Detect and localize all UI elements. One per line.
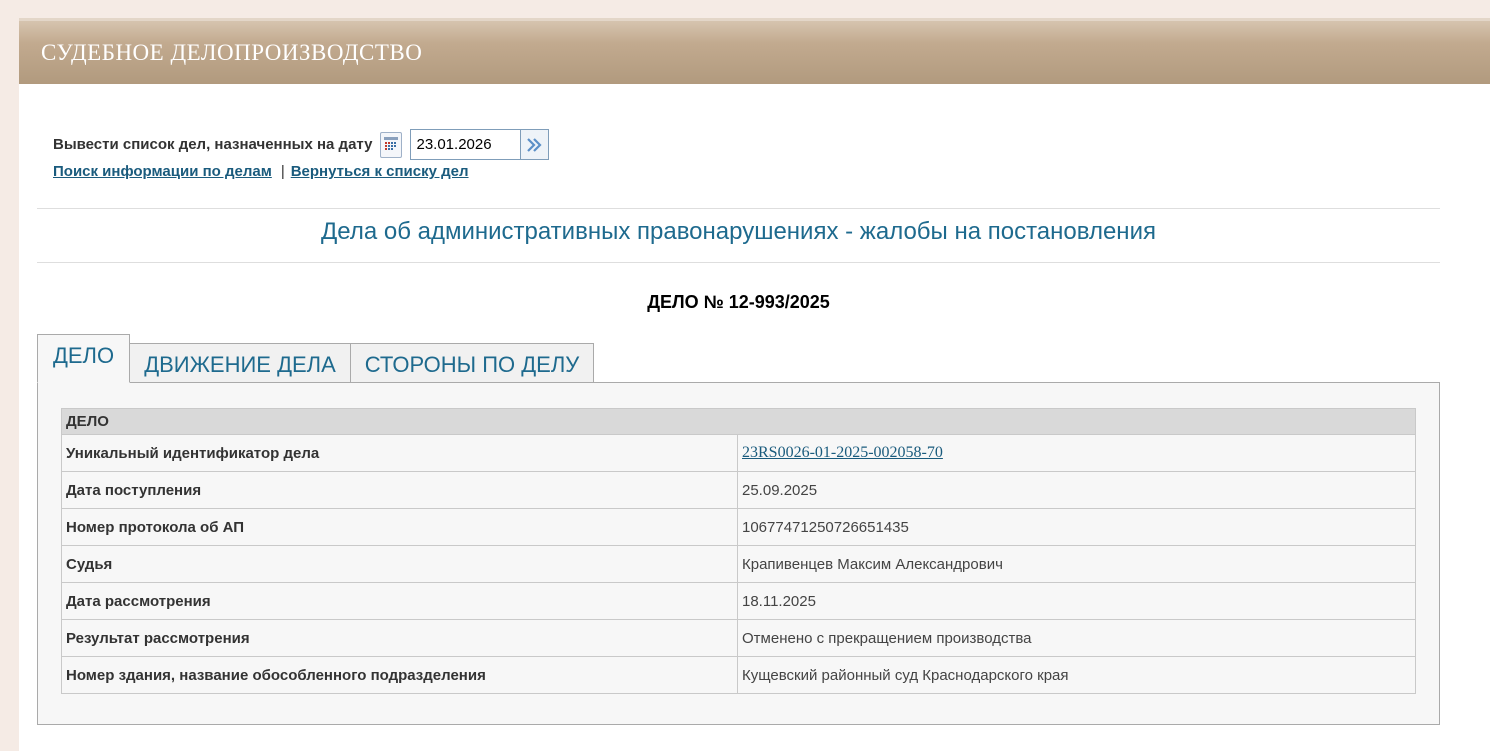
row-value: Отменено с прекращением производства <box>737 619 1416 657</box>
divider-top <box>37 208 1440 209</box>
date-input[interactable] <box>410 129 522 160</box>
row-label: Результат рассмотрения <box>61 619 738 657</box>
table-row: Дата поступления 25.09.2025 <box>61 471 1416 509</box>
site-header: СУДЕБНОЕ ДЕЛОПРОИЗВОДСТВО <box>19 18 1490 84</box>
nav-links: Поиск информации по делам | Вернуться к сп… <box>53 163 469 180</box>
row-label: Уникальный идентификатор дела <box>61 434 738 472</box>
row-value: Кущевский районный суд Краснодарского кр… <box>737 656 1416 694</box>
row-value: 23RS0026-01-2025-002058-70 <box>737 434 1416 472</box>
row-label: Дата поступления <box>61 471 738 509</box>
row-value: 25.09.2025 <box>737 471 1416 509</box>
case-uid-link[interactable]: 23RS0026-01-2025-002058-70 <box>742 444 943 461</box>
case-number: ДЕЛО № 12-993/2025 <box>647 292 830 312</box>
row-label: Номер протокола об АП <box>61 508 738 546</box>
table-header-row: ДЕЛО <box>61 408 1416 435</box>
table-row: Результат рассмотрения Отменено с прекра… <box>61 619 1416 657</box>
tab-case-parties[interactable]: СТОРОНЫ ПО ДЕЛУ <box>350 343 594 383</box>
table-row: Уникальный идентификатор дела 23RS0026-0… <box>61 434 1416 472</box>
search-cases-link[interactable]: Поиск информации по делам <box>53 163 272 180</box>
row-label: Судья <box>61 545 738 583</box>
tab-panel: ДЕЛО Уникальный идентификатор дела 23RS0… <box>37 382 1440 725</box>
back-to-list-link[interactable]: Вернуться к списку дел <box>291 163 469 180</box>
row-label: Номер здания, название обособленного под… <box>61 656 738 694</box>
case-info-table: ДЕЛО Уникальный идентификатор дела 23RS0… <box>61 408 1416 694</box>
link-separator: | <box>280 163 285 180</box>
row-value: 18.11.2025 <box>737 582 1416 620</box>
case-tabs: ДЕЛО ДВИЖЕНИЕ ДЕЛА СТОРОНЫ ПО ДЕЛУ <box>37 334 597 383</box>
table-row: Дата рассмотрения 18.11.2025 <box>61 582 1416 620</box>
table-row: Номер протокола об АП 106774712507266514… <box>61 508 1416 546</box>
row-label: Дата рассмотрения <box>61 582 738 620</box>
double-chevron-right-icon[interactable] <box>521 129 550 160</box>
calendar-icon[interactable] <box>380 131 403 158</box>
table-row: Судья Крапивенцев Максим Александрович <box>61 545 1416 583</box>
table-row: Номер здания, название обособленного под… <box>61 656 1416 694</box>
tab-case-movement[interactable]: ДВИЖЕНИЕ ДЕЛА <box>129 343 351 383</box>
divider-bottom <box>37 262 1440 263</box>
date-filter-bar: Вывести список дел, назначенных на дату <box>53 129 550 160</box>
row-value: 10677471250726651435 <box>737 508 1416 546</box>
date-filter-label: Вывести список дел, назначенных на дату <box>53 136 373 153</box>
tab-case[interactable]: ДЕЛО <box>37 334 130 383</box>
row-value: Крапивенцев Максим Александрович <box>737 545 1416 583</box>
header-title: СУДЕБНОЕ ДЕЛОПРОИЗВОДСТВО <box>41 39 423 65</box>
section-title: Дела об административных правонарушениях… <box>321 218 1156 245</box>
table-header: ДЕЛО <box>61 408 1416 435</box>
